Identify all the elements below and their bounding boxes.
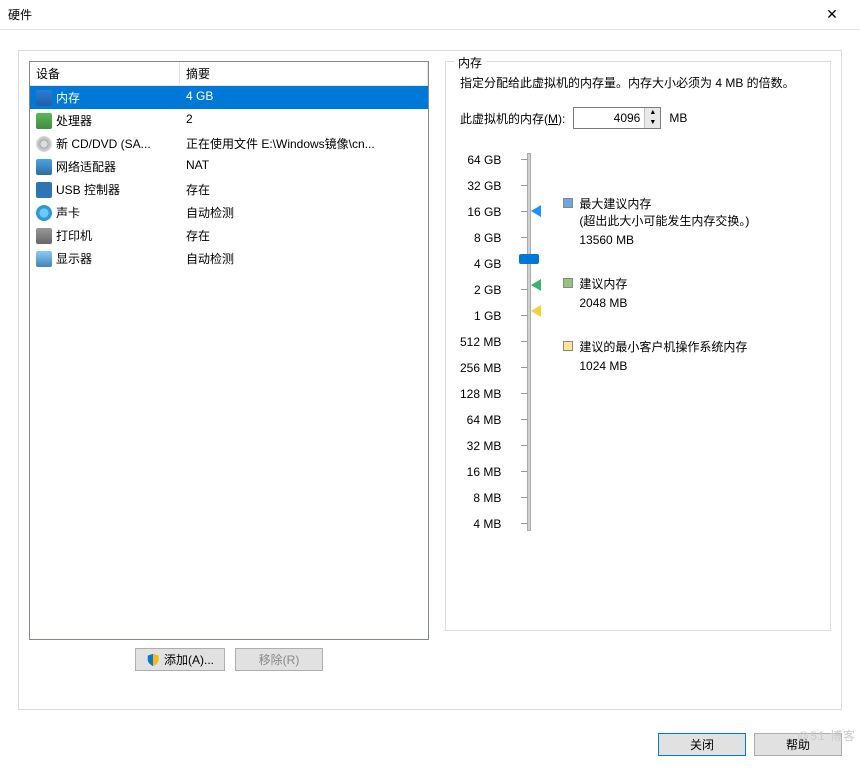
legend-min: 建议的最小客户机操作系统内存 1024 MB	[563, 338, 816, 373]
memory-group: 内存 指定分配给此虚拟机的内存量。内存大小必须为 4 MB 的倍数。 此虚拟机的…	[445, 61, 831, 631]
marker-recommended-icon	[531, 279, 541, 291]
memory-label: 此虚拟机的内存(M):	[460, 110, 565, 127]
hardware-row-mem[interactable]: 内存4 GB	[30, 86, 428, 109]
hardware-row-cd[interactable]: 新 CD/DVD (SA...正在使用文件 E:\Windows镜像\cn...	[30, 132, 428, 155]
legend-max: 最大建议内存 (超出此大小可能发生内存交换。) 13560 MB	[563, 195, 816, 247]
spin-down-icon[interactable]: ▼	[645, 118, 660, 128]
prn-icon	[36, 228, 52, 244]
hardware-list[interactable]: 设备 摘要 内存4 GB处理器2新 CD/DVD (SA...正在使用文件 E:…	[29, 61, 429, 640]
remove-button-label: 移除(R)	[259, 651, 300, 668]
hardware-row-usb[interactable]: USB 控制器存在	[30, 178, 428, 201]
memory-desc: 指定分配给此虚拟机的内存量。内存大小必须为 4 MB 的倍数。	[460, 74, 816, 93]
square-yellow-icon	[563, 341, 573, 351]
memory-unit: MB	[669, 111, 687, 125]
usb-icon	[36, 182, 52, 198]
add-button-label: 添加(A)...	[164, 651, 214, 668]
mem-icon	[36, 90, 52, 106]
marker-min-icon	[531, 305, 541, 317]
spin-up-icon[interactable]: ▲	[645, 108, 660, 118]
hardware-row-dsp[interactable]: 显示器自动检测	[30, 247, 428, 270]
titlebar: 硬件 ✕	[0, 0, 860, 30]
square-blue-icon	[563, 198, 573, 208]
dialog-frame: 设备 摘要 内存4 GB处理器2新 CD/DVD (SA...正在使用文件 E:…	[18, 50, 842, 710]
slider-tick-labels: 64 GB32 GB16 GB8 GB4 GB2 GB1 GB512 MB256…	[460, 147, 501, 537]
add-button[interactable]: 添加(A)...	[135, 648, 225, 671]
col-device[interactable]: 设备	[30, 62, 180, 85]
hardware-row-snd[interactable]: 声卡自动检测	[30, 201, 428, 224]
slider-thumb[interactable]	[519, 254, 539, 264]
cpu-icon	[36, 113, 52, 129]
legend-recommended: 建议内存 2048 MB	[563, 275, 816, 310]
dsp-icon	[36, 251, 52, 267]
hardware-row-cpu[interactable]: 处理器2	[30, 109, 428, 132]
close-button[interactable]: 关闭	[658, 733, 746, 756]
memory-input[interactable]	[574, 108, 644, 128]
hardware-row-net[interactable]: 网络适配器NAT	[30, 155, 428, 178]
remove-button: 移除(R)	[235, 648, 323, 671]
window-title: 硬件	[8, 6, 32, 23]
close-icon[interactable]: ✕	[812, 6, 852, 23]
marker-max-icon	[531, 205, 541, 217]
hardware-list-header: 设备 摘要	[30, 62, 428, 86]
help-button[interactable]: 帮助	[754, 733, 842, 756]
shield-icon	[146, 653, 160, 667]
col-summary[interactable]: 摘要	[180, 62, 428, 85]
memory-spinner[interactable]: ▲▼	[573, 107, 661, 129]
cd-icon	[36, 136, 52, 152]
hardware-row-prn[interactable]: 打印机存在	[30, 224, 428, 247]
memory-slider[interactable]	[517, 147, 547, 537]
square-green-icon	[563, 278, 573, 288]
snd-icon	[36, 205, 52, 221]
group-title: 内存	[454, 54, 486, 71]
net-icon	[36, 159, 52, 175]
